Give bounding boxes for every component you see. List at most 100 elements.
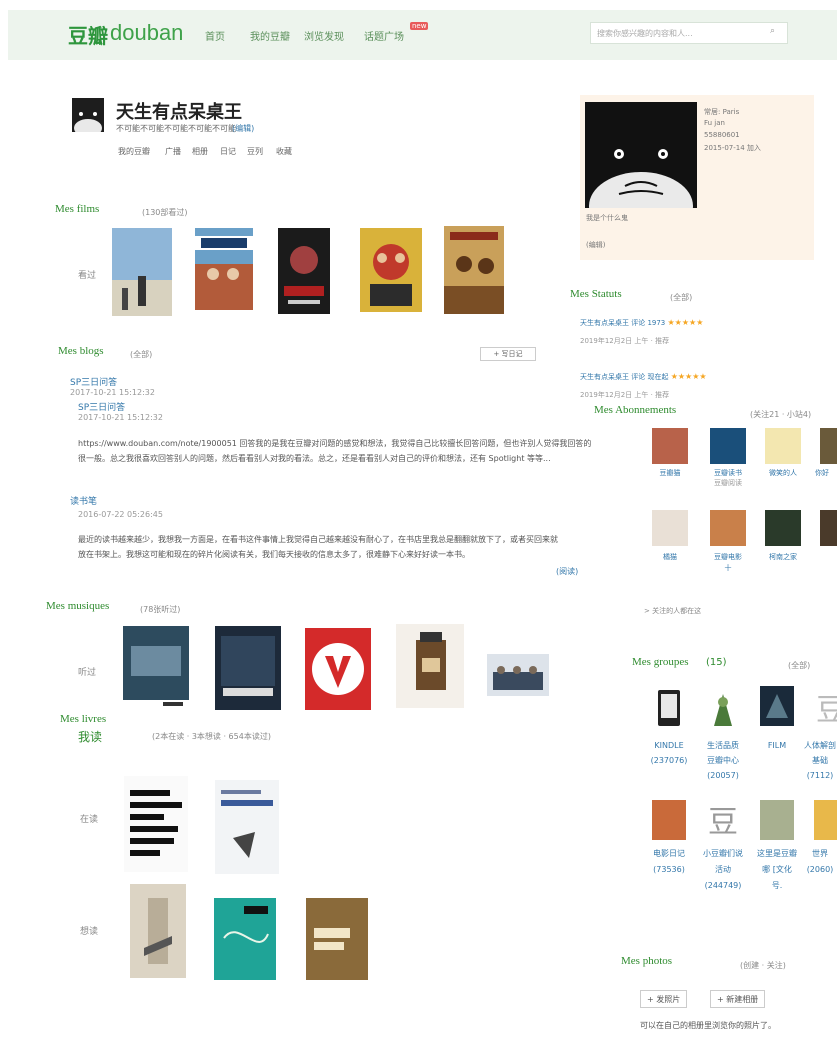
film-poster-2[interactable] [195, 228, 253, 310]
douban-logo-text[interactable]: douban [110, 20, 183, 46]
blog-entry-excerpt: https://www.douban.com/note/1900051 回答我的… [78, 439, 592, 463]
subscription-avatar[interactable] [652, 510, 688, 546]
group-avatar-douban[interactable]: 豆 [814, 688, 837, 728]
group-name-line2[interactable]: 活动 [695, 862, 751, 877]
group-avatar[interactable] [706, 688, 740, 728]
status-item[interactable]: 天生有点呆桌王 评论 现在起 ★★★★★ [580, 372, 707, 382]
group-avatar[interactable] [652, 800, 686, 840]
profile-edit-link[interactable]: (编辑) [586, 240, 605, 250]
album-cover-4[interactable] [396, 624, 464, 708]
film-poster-1[interactable] [112, 228, 172, 316]
book-cover-1[interactable] [124, 776, 188, 872]
film-poster-4[interactable] [360, 228, 422, 312]
group-name[interactable]: KINDLE [641, 738, 697, 753]
album-cover-3[interactable] [305, 628, 371, 710]
album-cover-5[interactable] [487, 654, 549, 696]
subscription-avatar[interactable] [820, 510, 837, 546]
nav-link-home[interactable]: 首页 [205, 28, 225, 43]
group-avatar[interactable] [814, 800, 837, 840]
blog-read-more-link[interactable]: (阅读) [556, 566, 578, 577]
subscription-name[interactable]: 橘猫 [645, 552, 695, 562]
status-item[interactable]: 天生有点呆桌王 评论 1973 ★★★★★ [580, 318, 703, 328]
photos-section-title: Mes photos [621, 955, 673, 967]
upload-photo-button[interactable]: + 发照片 [640, 990, 688, 1008]
tab-doulist[interactable]: 豆列 [247, 146, 263, 157]
search-icon[interactable]: ⌕ [770, 26, 775, 36]
photos-links[interactable]: (创建 · 关注) [740, 960, 786, 971]
nav-link-my-douban[interactable]: 我的豆瓣 [250, 28, 290, 43]
group-name[interactable]: 世界 [803, 846, 837, 861]
subscription-name[interactable]: 豆瓣读书 [703, 468, 753, 478]
group-name[interactable]: 生活品质 [695, 738, 751, 753]
tab-album[interactable]: 相册 [192, 146, 208, 157]
subscription-avatar[interactable] [765, 428, 801, 464]
group-member-count: (7112) [806, 771, 834, 780]
film-poster-5[interactable] [444, 226, 504, 314]
group-avatar[interactable] [760, 686, 794, 726]
douban-logo[interactable]: 豆瓣 [68, 20, 108, 49]
tab-favorites[interactable]: 收藏 [276, 146, 292, 157]
blog-entry-title[interactable]: 读书笔 [70, 494, 97, 507]
blog-entry-subdate: 2017-10-21 15:12:32 [78, 413, 163, 422]
group-name[interactable]: FILM [749, 738, 805, 753]
books-summary-counts[interactable]: (2本在读 · 3本想读 · 654本读过) [152, 731, 271, 742]
book-cover-2[interactable] [215, 780, 279, 874]
group-name[interactable]: 电影日记 [641, 846, 697, 861]
photos-note: 可以在自己的相册里浏览你的照片了。 [640, 1021, 776, 1030]
write-blog-button[interactable]: + 写日记 [480, 347, 536, 361]
films-count-link[interactable]: (130部看过) [142, 207, 188, 218]
blogs-all-link[interactable]: (全部) [130, 349, 152, 360]
group-name[interactable]: 这里是豆瓣 [749, 846, 805, 861]
subscription-name[interactable]: 微笑的人 [758, 468, 808, 478]
subscriptions-count-link[interactable]: (关注21 · 小站4) [750, 409, 811, 420]
nav-link-topics[interactable]: 话题广场 [364, 28, 404, 43]
profile-line-2: Fu jan [704, 119, 725, 127]
blog-entry-subtitle[interactable]: SP三日问答 [78, 400, 125, 413]
album-cover-2[interactable] [215, 626, 281, 710]
new-album-button[interactable]: + 新建相册 [710, 990, 766, 1008]
subscription-name[interactable]: 你好 [807, 468, 837, 478]
nav-link-explore[interactable]: 浏览发现 [304, 28, 344, 43]
subscription-avatar[interactable] [652, 428, 688, 464]
group-avatar[interactable] [760, 800, 794, 840]
subscription-name[interactable]: 豆瓣电影 [703, 552, 753, 562]
music-section-title: Mes musiques [46, 600, 110, 612]
blog-entry-title[interactable]: SP三日问答 [70, 375, 117, 388]
group-avatar-douban[interactable]: 豆 [706, 800, 740, 840]
tab-diary[interactable]: 日记 [220, 146, 236, 157]
group-name[interactable]: 人体解剖 [803, 738, 837, 753]
subscription-avatar[interactable] [710, 510, 746, 546]
group-name[interactable]: 小豆瓣们说 [695, 846, 751, 861]
group-name-line2[interactable]: 哪 [文化 [749, 862, 805, 877]
group-name-line2[interactable]: 基础 [803, 753, 837, 768]
profile-avatar[interactable] [585, 102, 697, 208]
subscription-avatar[interactable] [765, 510, 801, 546]
tab-my-douban[interactable]: 我的豆瓣 [118, 146, 150, 157]
group-member-count: (73536) [653, 865, 685, 874]
search-input[interactable]: 搜索你感兴趣的内容和人... [590, 22, 788, 44]
subscriptions-more-link[interactable]: > 关注的人都在这 [644, 606, 701, 616]
subscription-name[interactable]: 豆瓣猫 [645, 468, 695, 478]
book-cover-3[interactable] [130, 884, 186, 978]
subscription-subname: 豆瓣阅读 [714, 479, 742, 487]
groups-count: (15) [706, 657, 727, 668]
subscription-name[interactable]: 柯南之家 [758, 552, 808, 562]
group-name-line2[interactable]: 豆瓣中心 [695, 753, 751, 768]
status-all-link[interactable]: (全部) [670, 292, 692, 303]
books-summary-label[interactable]: 我读 [78, 728, 102, 745]
music-count-link[interactable]: (78张听过) [140, 604, 180, 615]
subscription-avatar[interactable] [820, 428, 837, 464]
tab-broadcast[interactable]: 广播 [165, 146, 181, 157]
book-cover-4[interactable] [214, 898, 276, 980]
blogs-section-title: Mes blogs [58, 345, 104, 357]
user-avatar[interactable] [72, 98, 104, 132]
album-cover-1[interactable] [123, 626, 189, 708]
subscription-avatar[interactable] [710, 428, 746, 464]
group-avatar-kindle[interactable] [652, 688, 686, 728]
book-cover-5[interactable] [306, 898, 368, 980]
rating-stars-icon: ★★★★★ [670, 372, 707, 381]
groups-all-link[interactable]: (全部) [788, 660, 810, 671]
edit-signature-link[interactable]: (编辑) [232, 123, 254, 134]
film-poster-3[interactable] [278, 228, 330, 314]
status-section-title: Mes Statuts [570, 288, 622, 300]
